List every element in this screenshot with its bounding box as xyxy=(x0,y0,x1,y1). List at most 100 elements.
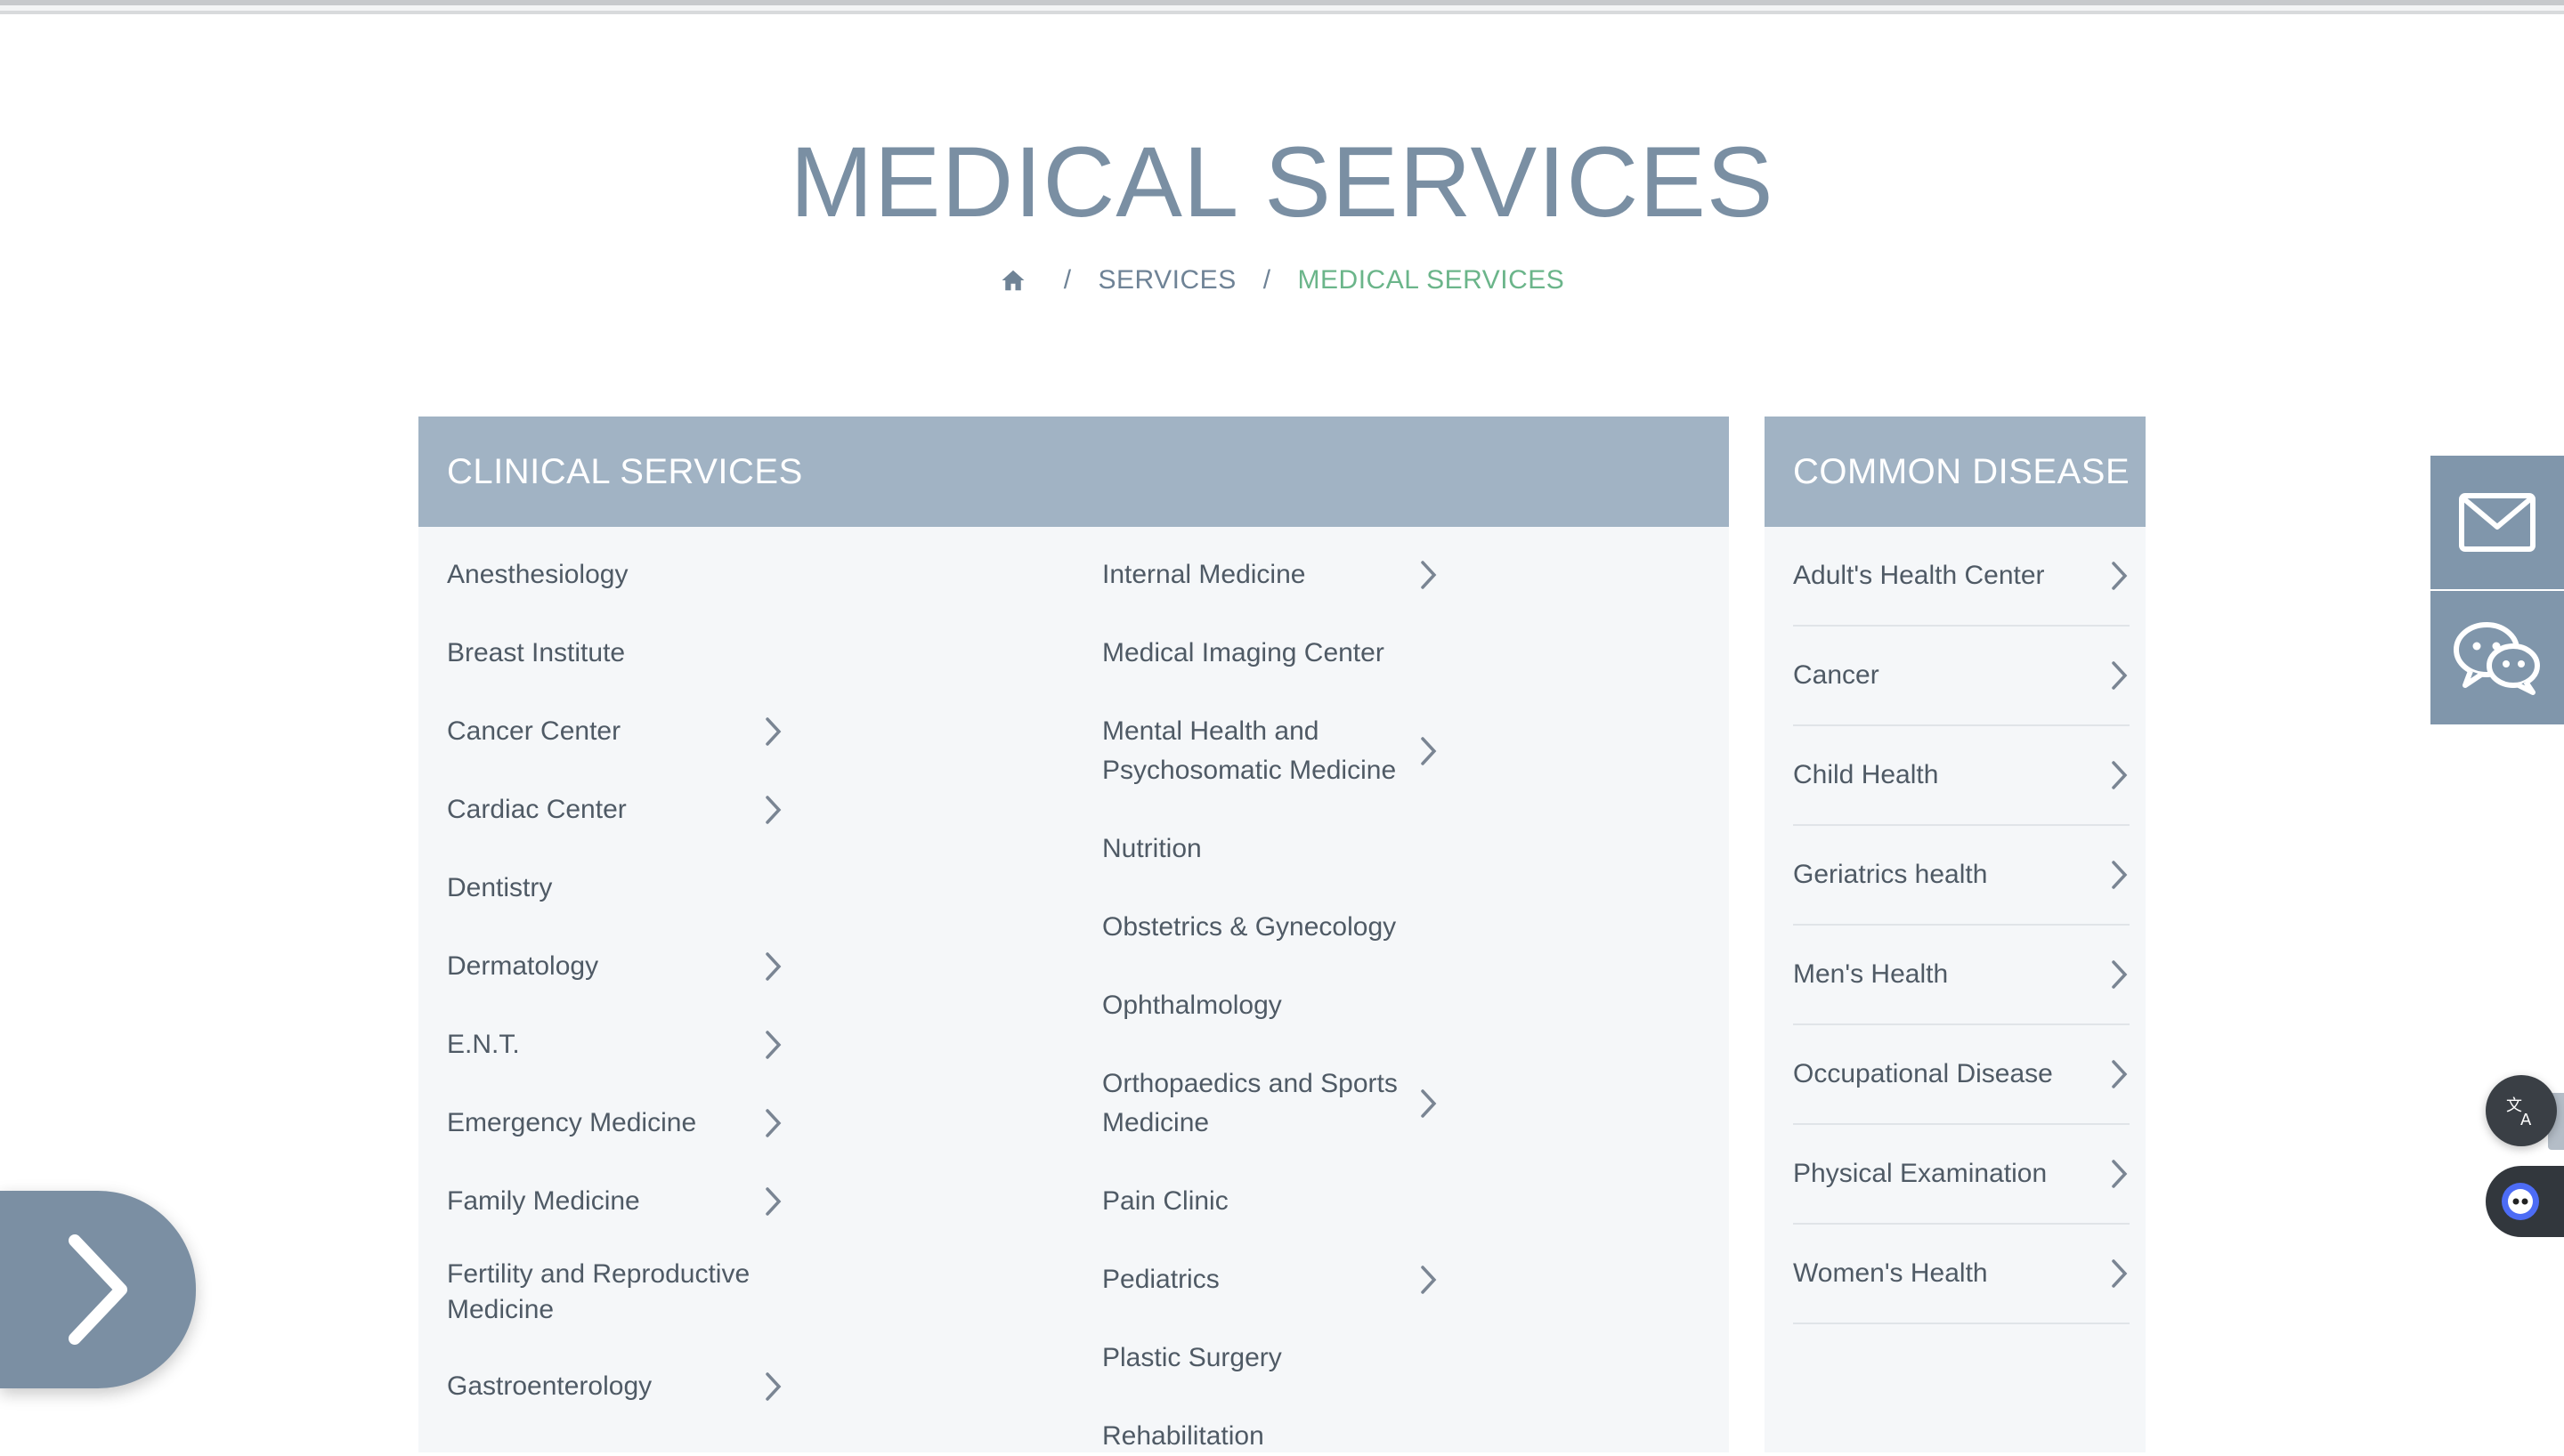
service-item-emergency-medicine[interactable]: Emergency Medicine xyxy=(447,1104,783,1143)
service-item-mental-health[interactable]: Mental Health and Psychosomatic Medicine xyxy=(1102,712,1439,790)
disease-label: Men's Health xyxy=(1793,959,1949,989)
chevron-right-icon[interactable] xyxy=(764,1108,783,1138)
service-item-ophthalmology[interactable]: Ophthalmology xyxy=(1102,986,1439,1025)
service-item-dentistry[interactable]: Dentistry xyxy=(447,869,783,908)
disease-label: Occupational Disease xyxy=(1793,1059,2053,1088)
service-item-medical-imaging[interactable]: Medical Imaging Center xyxy=(1102,634,1439,673)
disease-label: Cancer xyxy=(1793,660,1879,690)
disease-item-occupational[interactable]: Occupational Disease xyxy=(1793,1025,2130,1125)
chevron-right-icon[interactable] xyxy=(2110,561,2130,591)
chevron-right-icon[interactable] xyxy=(2110,860,2130,890)
chevron-right-icon[interactable] xyxy=(1419,736,1439,766)
service-label: Pain Clinic xyxy=(1102,1186,1229,1216)
clinical-services-header: CLINICAL SERVICES xyxy=(418,417,1729,527)
breadcrumb: / SERVICES / MEDICAL SERVICES xyxy=(0,265,2564,295)
service-item-family-medicine[interactable]: Family Medicine xyxy=(447,1182,783,1221)
service-item-pain-clinic[interactable]: Pain Clinic xyxy=(1102,1182,1439,1221)
service-item-ent[interactable]: E.N.T. xyxy=(447,1025,783,1064)
service-item-fertility[interactable]: Fertility and Reproductive Medicine xyxy=(447,1257,783,1328)
disease-label: Physical Examination xyxy=(1793,1159,2048,1188)
translate-icon: 文 A xyxy=(2506,1096,2532,1128)
service-label: Dermatology xyxy=(447,951,599,981)
service-label: E.N.T. xyxy=(447,1030,520,1059)
disease-item-physical-exam[interactable]: Physical Examination xyxy=(1793,1125,2130,1225)
chevron-right-icon[interactable] xyxy=(764,795,783,825)
mail-icon xyxy=(2459,493,2536,552)
translate-button[interactable]: 文 A xyxy=(2486,1075,2557,1146)
chevron-right-icon[interactable] xyxy=(764,1186,783,1217)
service-label: Emergency Medicine xyxy=(447,1108,697,1137)
service-label: Obstetrics & Gynecology xyxy=(1102,912,1397,942)
page-title: MEDICAL SERVICES xyxy=(790,126,1774,238)
service-label: Anesthesiology xyxy=(447,560,629,589)
common-disease-list: Adult's Health Center Cancer Child Healt… xyxy=(1793,527,2130,1324)
service-item-orthopaedics[interactable]: Orthopaedics and Sports Medicine xyxy=(1102,1064,1439,1143)
chevron-right-icon[interactable] xyxy=(2110,1159,2130,1189)
service-item-internal-medicine[interactable]: Internal Medicine xyxy=(1102,555,1439,595)
disease-item-adults-health[interactable]: Adult's Health Center xyxy=(1793,527,2130,627)
breadcrumb-home[interactable] xyxy=(1000,267,1037,294)
service-item-nutrition[interactable]: Nutrition xyxy=(1102,829,1439,869)
chevron-right-icon[interactable] xyxy=(764,1030,783,1060)
mail-button[interactable] xyxy=(2430,456,2564,589)
service-item-obgyn[interactable]: Obstetrics & Gynecology xyxy=(1102,908,1439,947)
assistant-button[interactable] xyxy=(2486,1166,2564,1237)
chevron-right-icon[interactable] xyxy=(764,716,783,747)
chevron-right-icon[interactable] xyxy=(2110,1059,2130,1089)
service-item-pediatrics[interactable]: Pediatrics xyxy=(1102,1260,1439,1299)
service-label: Ophthalmology xyxy=(1102,991,1282,1020)
service-label: Mental Health and Psychosomatic Medicine xyxy=(1102,716,1397,785)
chat-icon xyxy=(2454,622,2540,695)
clinical-left-column: Anesthesiology Breast Institute Cancer C… xyxy=(447,527,783,1406)
next-button[interactable] xyxy=(0,1191,196,1388)
disease-label: Women's Health xyxy=(1793,1258,1988,1288)
chevron-right-icon[interactable] xyxy=(764,1371,783,1402)
service-label: Cardiac Center xyxy=(447,795,627,824)
chevron-right-icon[interactable] xyxy=(2110,760,2130,790)
disease-item-womens-health[interactable]: Women's Health xyxy=(1793,1225,2130,1324)
service-label: Gastroenterology xyxy=(447,1371,653,1401)
svg-text:A: A xyxy=(2520,1111,2532,1128)
service-label: Breast Institute xyxy=(447,638,626,667)
chevron-right-icon[interactable] xyxy=(1419,560,1439,590)
service-label: Plastic Surgery xyxy=(1102,1343,1282,1372)
disease-item-child-health[interactable]: Child Health xyxy=(1793,726,2130,826)
service-label: Dentistry xyxy=(447,873,553,902)
disease-item-geriatrics[interactable]: Geriatrics health xyxy=(1793,826,2130,926)
wechat-button[interactable] xyxy=(2430,591,2564,724)
breadcrumb-separator: / xyxy=(1063,265,1072,295)
service-item-cardiac-center[interactable]: Cardiac Center xyxy=(447,790,783,829)
disease-label: Adult's Health Center xyxy=(1793,561,2045,590)
disease-item-mens-health[interactable]: Men's Health xyxy=(1793,926,2130,1025)
chevron-right-icon[interactable] xyxy=(764,951,783,982)
chevron-right-icon xyxy=(69,1234,127,1345)
top-divider xyxy=(0,0,2564,14)
home-icon xyxy=(1002,270,1025,291)
service-label: Internal Medicine xyxy=(1102,560,1306,589)
service-label: Orthopaedics and Sports Medicine xyxy=(1102,1069,1398,1137)
service-item-gastroenterology[interactable]: Gastroenterology xyxy=(447,1367,783,1406)
service-item-plastic-surgery[interactable]: Plastic Surgery xyxy=(1102,1339,1439,1378)
clinical-services-panel: CLINICAL SERVICES Anesthesiology Breast … xyxy=(418,417,1729,1452)
service-item-dermatology[interactable]: Dermatology xyxy=(447,947,783,986)
chevron-right-icon[interactable] xyxy=(2110,1258,2130,1289)
chevron-right-icon[interactable] xyxy=(2110,660,2130,691)
breadcrumb-current: MEDICAL SERVICES xyxy=(1297,265,1565,295)
chevron-right-icon[interactable] xyxy=(2110,959,2130,990)
service-item-breast-institute[interactable]: Breast Institute xyxy=(447,634,783,673)
chevron-right-icon[interactable] xyxy=(1419,1265,1439,1295)
service-item-anesthesiology[interactable]: Anesthesiology xyxy=(447,555,783,595)
common-disease-header: COMMON DISEASE xyxy=(1765,417,2146,527)
disease-label: Child Health xyxy=(1793,760,1939,789)
service-label: Rehabilitation xyxy=(1102,1421,1264,1451)
service-label: Family Medicine xyxy=(447,1186,640,1216)
chevron-right-icon[interactable] xyxy=(1419,1088,1439,1119)
service-label: Cancer Center xyxy=(447,716,621,746)
service-label: Pediatrics xyxy=(1102,1265,1220,1294)
service-item-cancer-center[interactable]: Cancer Center xyxy=(447,712,783,751)
breadcrumb-services[interactable]: SERVICES xyxy=(1099,265,1237,295)
disease-label: Geriatrics health xyxy=(1793,860,1988,889)
breadcrumb-separator: / xyxy=(1262,265,1271,295)
service-item-rehabilitation[interactable]: Rehabilitation xyxy=(1102,1417,1439,1456)
disease-item-cancer[interactable]: Cancer xyxy=(1793,627,2130,726)
